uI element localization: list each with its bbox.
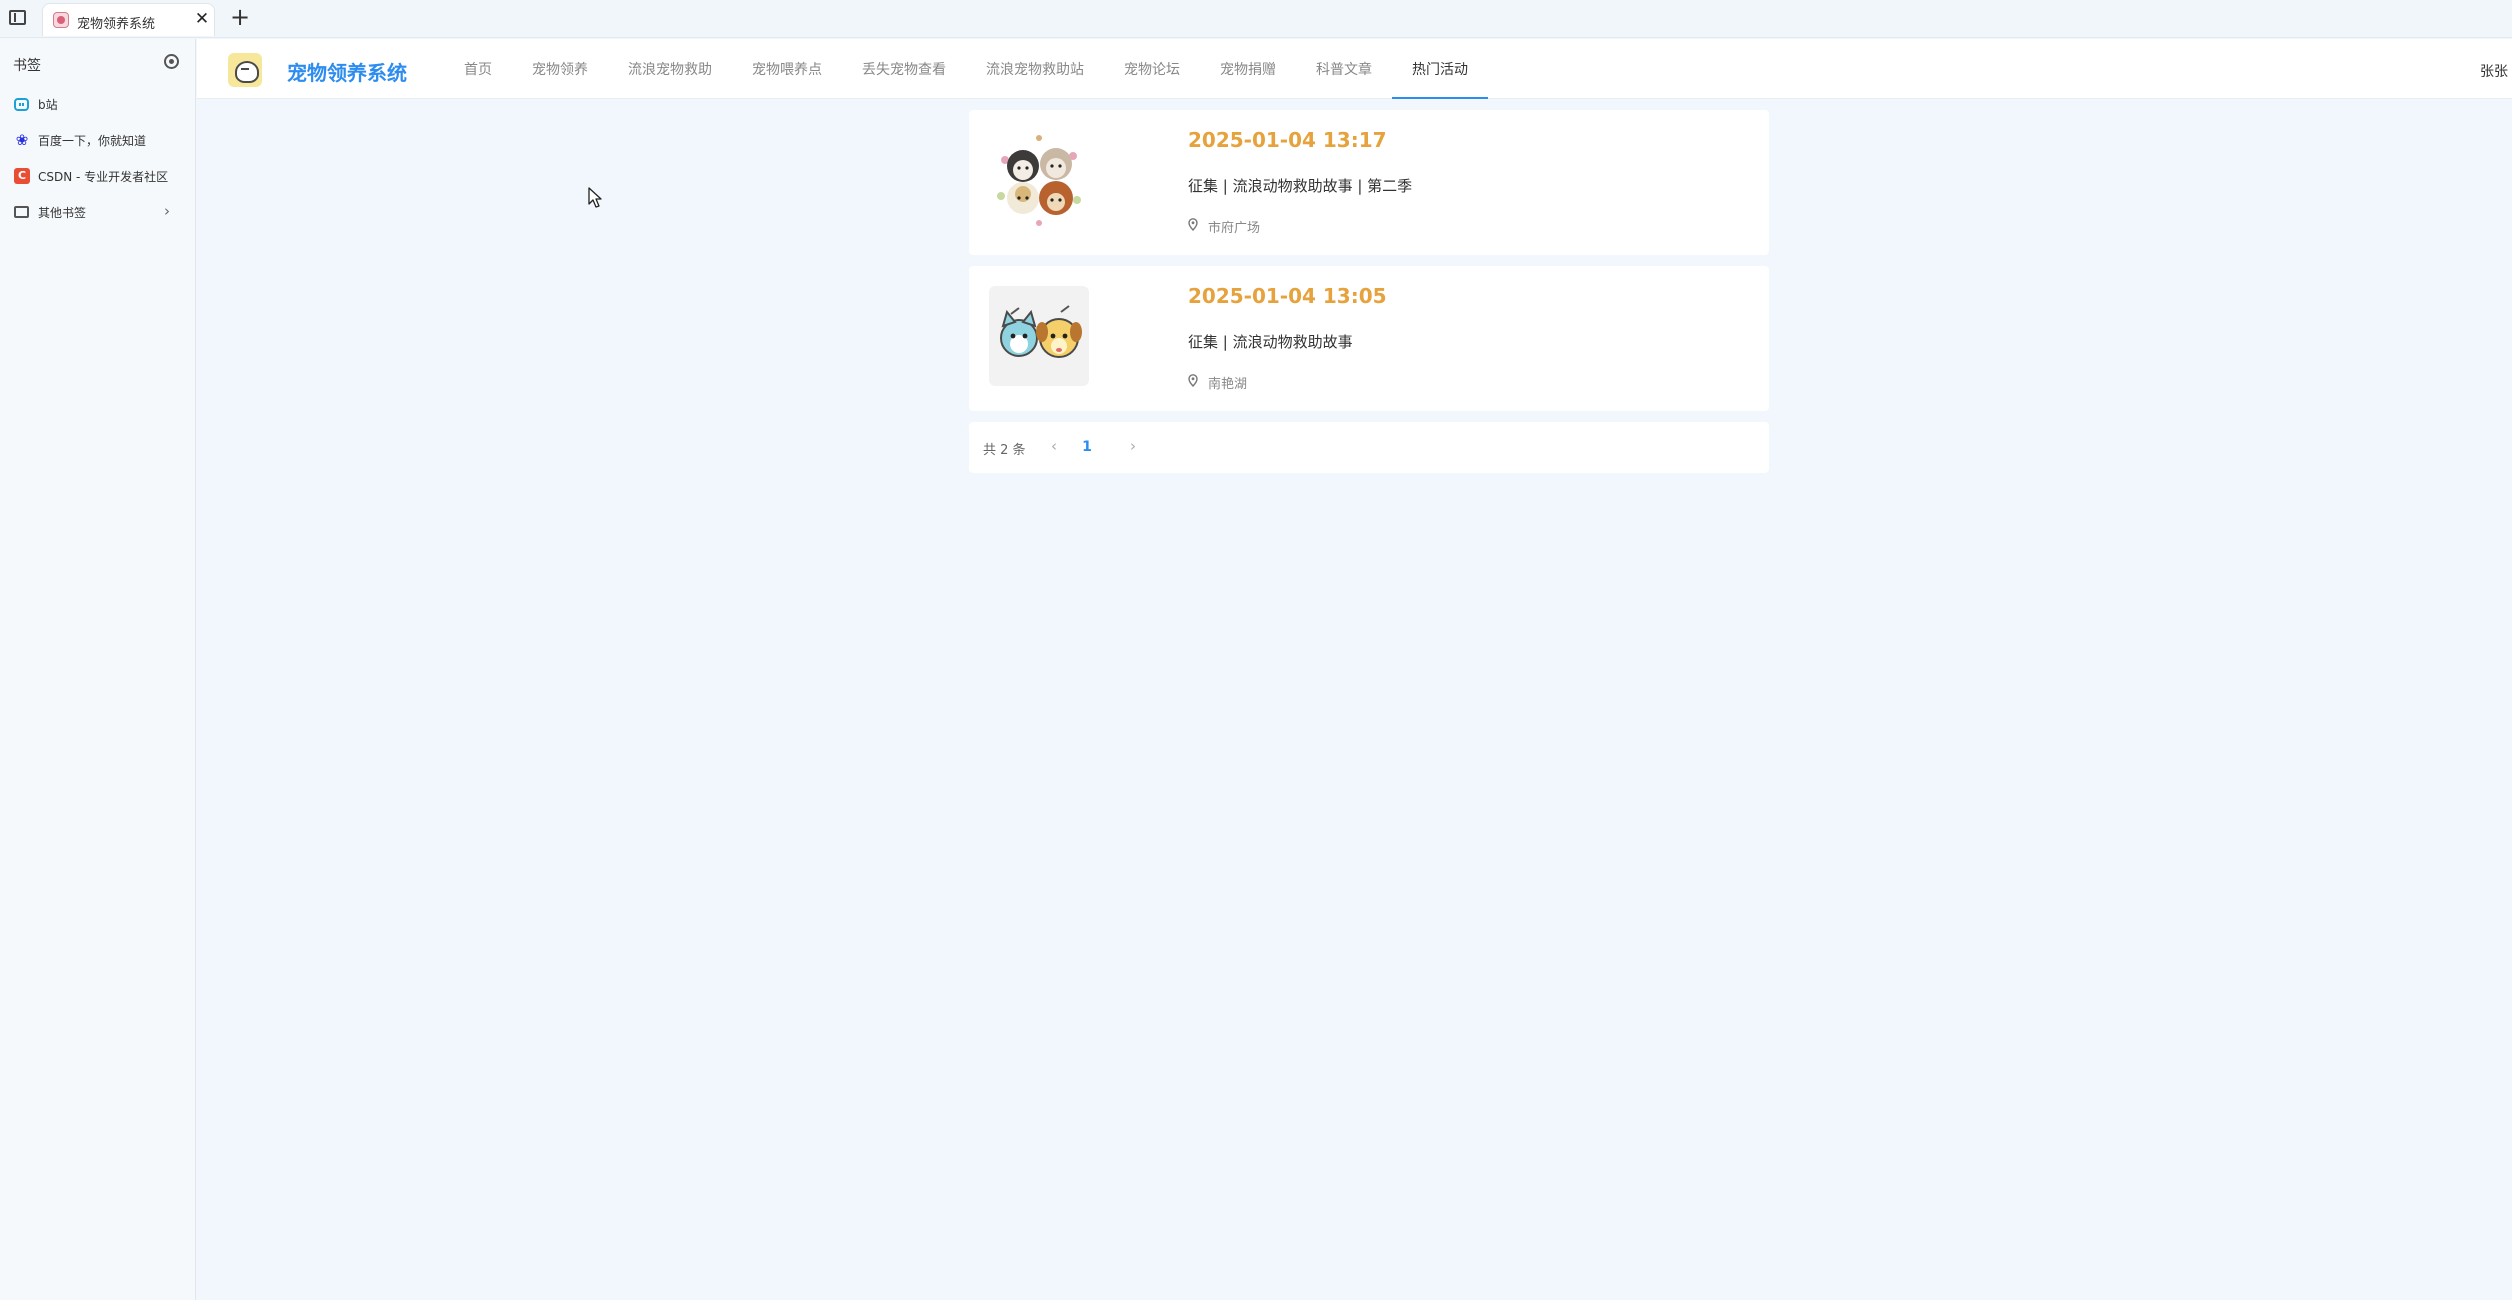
nav-stray-rescue[interactable]: 流浪宠物救助 (608, 39, 732, 99)
activity-location: 南艳湖 (1208, 377, 1248, 392)
activity-title[interactable]: 征集 | 流浪动物救助故事 (1188, 331, 1353, 352)
sidebar-toggle-icon[interactable] (9, 10, 26, 25)
baidu-icon: ❀ (15, 131, 29, 149)
bookmark-folder-other[interactable]: 其他书签 › (0, 197, 196, 227)
bookmark-label: 百度一下，你就知道 (38, 134, 147, 148)
nav-pet-adoption[interactable]: 宠物领养 (512, 39, 608, 99)
bookmark-csdn[interactable]: C CSDN - 专业开发者社区 (0, 161, 196, 191)
bookmark-label: CSDN - 专业开发者社区 (38, 170, 169, 184)
activity-title[interactable]: 征集 | 流浪动物救助故事 | 第二季 (1188, 175, 1412, 196)
nav-hot-activities[interactable]: 热门活动 (1392, 39, 1488, 99)
bookmark-label: b站 (38, 98, 58, 112)
nav-pet-donation[interactable]: 宠物捐赠 (1200, 39, 1296, 99)
location-pin-icon (1188, 218, 1198, 231)
pagination-total: 共 2 条 (983, 443, 1026, 458)
csdn-icon: C (14, 168, 30, 184)
nav-home[interactable]: 首页 (444, 39, 512, 99)
bookmark-bilibili[interactable]: b站 (0, 89, 196, 119)
page-number[interactable]: 1 (1076, 436, 1098, 458)
nav-feeding-points[interactable]: 宠物喂养点 (732, 39, 842, 99)
nav-pet-forum[interactable]: 宠物论坛 (1104, 39, 1200, 99)
bookmarks-sidebar: 书签 b站 ❀ 百度一下，你就知道 C CSDN - 专业开发者社区 其他书签 … (0, 39, 196, 1300)
activity-date: 2025-01-04 13:05 (1188, 284, 1387, 308)
activity-location: 市府广场 (1208, 221, 1261, 236)
tab-title: 宠物领养系统 (77, 17, 156, 32)
activity-card[interactable]: 2025-01-04 13:05 征集 | 流浪动物救助故事 南艳湖 (969, 266, 1769, 411)
tab-favicon-icon (53, 12, 69, 28)
browser-tab[interactable]: 宠物领养系统 ✕ (42, 3, 215, 36)
user-name[interactable]: 张张 (2480, 61, 2508, 81)
nav-science-articles[interactable]: 科普文章 (1296, 39, 1392, 99)
chevron-right-icon: › (164, 202, 170, 220)
tab-close-icon[interactable]: ✕ (193, 9, 211, 29)
app-header: 宠物领养系统 首页 宠物领养 流浪宠物救助 宠物喂养点 丢失宠物查看 流浪宠物救… (197, 39, 2512, 99)
bilibili-icon (14, 98, 29, 111)
main-nav: 首页 宠物领养 流浪宠物救助 宠物喂养点 丢失宠物查看 流浪宠物救助站 宠物论坛… (444, 39, 1488, 99)
app-title[interactable]: 宠物领养系统 (287, 57, 407, 86)
activity-card[interactable]: 2025-01-04 13:17 征集 | 流浪动物救助故事 | 第二季 市府广… (969, 110, 1769, 255)
next-page-icon[interactable]: › (1124, 436, 1142, 456)
new-tab-button[interactable]: + (230, 4, 250, 30)
pagination: 共 2 条 ‹ 1 › (969, 422, 1769, 473)
browser-tab-strip: 宠物领养系统 ✕ + (0, 0, 2512, 38)
bookmarks-header: 书签 (13, 58, 41, 74)
activity-date: 2025-01-04 13:17 (1188, 128, 1387, 152)
bookmarks-settings-icon[interactable] (164, 54, 179, 69)
bookmark-baidu[interactable]: ❀ 百度一下，你就知道 (0, 125, 196, 155)
nav-rescue-stations[interactable]: 流浪宠物救助站 (966, 39, 1104, 99)
nav-lost-pets[interactable]: 丢失宠物查看 (842, 39, 966, 99)
folder-icon (14, 206, 29, 218)
activity-image[interactable] (989, 130, 1089, 230)
location-pin-icon (1188, 374, 1198, 387)
prev-page-icon[interactable]: ‹ (1045, 436, 1063, 456)
mouse-cursor-icon (588, 187, 602, 208)
cat-logo-icon[interactable] (228, 53, 262, 87)
activity-image[interactable] (989, 286, 1089, 386)
bookmark-label: 其他书签 (38, 206, 87, 220)
activity-list: 2025-01-04 13:17 征集 | 流浪动物救助故事 | 第二季 市府广… (969, 110, 1769, 473)
